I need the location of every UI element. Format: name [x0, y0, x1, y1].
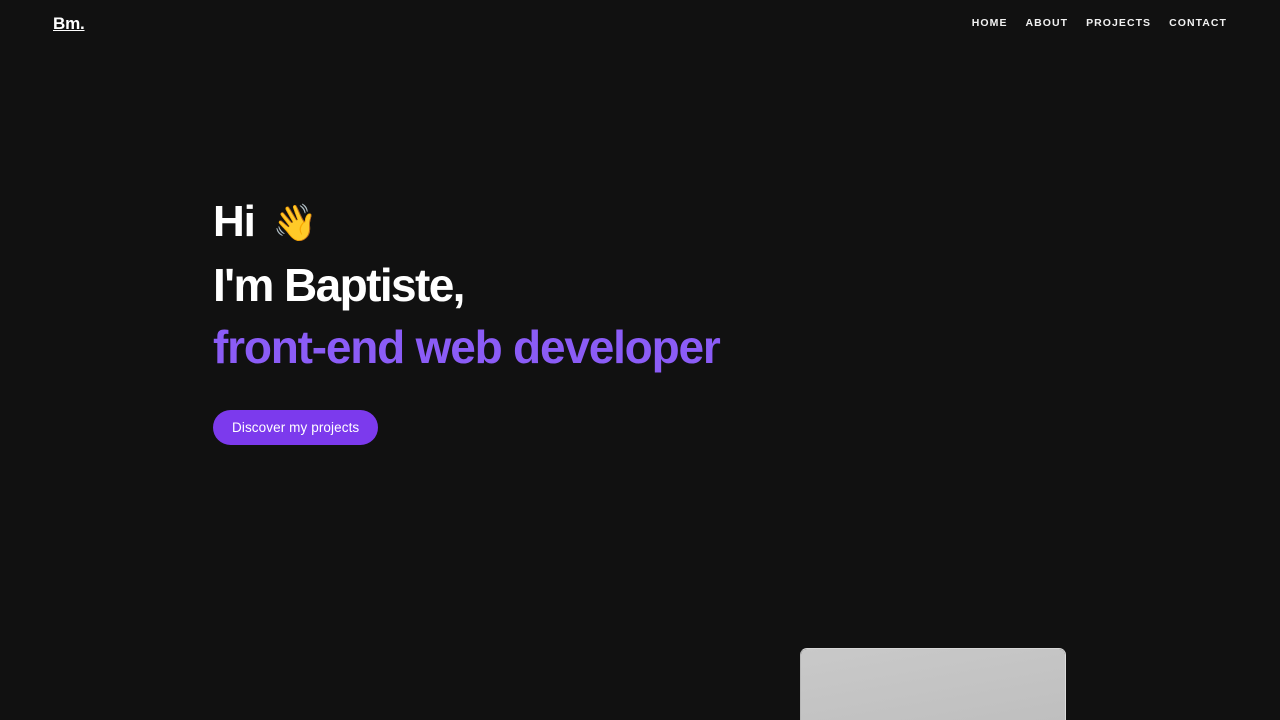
discover-projects-button[interactable]: Discover my projects: [213, 410, 379, 445]
nav-link-projects[interactable]: PROJECTS: [1077, 14, 1160, 33]
hero-greeting-text: Hi: [213, 197, 256, 246]
main-navigation: HOME ABOUT PROJECTS CONTACT: [963, 14, 1227, 33]
laptop-mockup: [800, 648, 1066, 720]
hero-name-heading: I'm Baptiste,: [213, 259, 465, 311]
laptop-mockup-screen: [801, 649, 1065, 720]
hero-greeting-row: Hi 👋: [213, 196, 913, 248]
nav-link-about[interactable]: ABOUT: [1017, 14, 1078, 33]
hero-role-heading: front-end web developer: [213, 321, 721, 373]
nav-link-contact[interactable]: CONTACT: [1160, 14, 1227, 33]
site-header: Bm. HOME ABOUT PROJECTS CONTACT: [0, 0, 1280, 47]
site-logo[interactable]: Bm.: [53, 15, 85, 32]
waving-hand-icon: 👋: [272, 202, 318, 243]
hero-section: Hi 👋 I'm Baptiste, front-end web develop…: [213, 196, 913, 445]
nav-link-home[interactable]: HOME: [963, 14, 1017, 33]
